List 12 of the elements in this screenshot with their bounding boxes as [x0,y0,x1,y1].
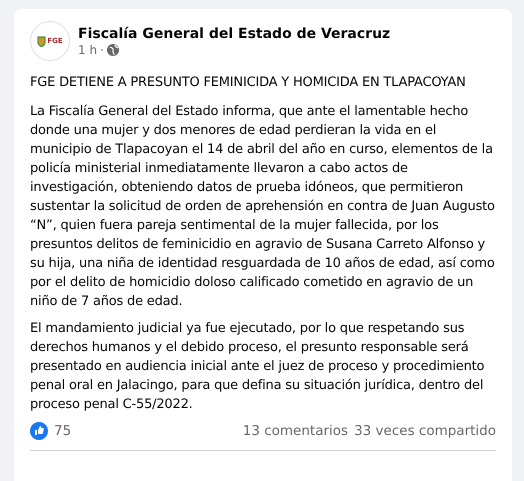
comments-count[interactable]: 13 comentarios [242,423,348,439]
globe-icon [106,44,119,56]
post-headline: FGE DETIENE A PRESUNTO FEMINICIDA Y HOMICIDA EN TLAPACOYAN [30,74,467,92]
shares-count[interactable]: 33 veces compartido [354,423,496,439]
reaction-count[interactable]: 75 [54,423,72,439]
post-time[interactable]: 1 h [78,42,98,56]
separator-dot: · [100,42,104,56]
like-icon[interactable] [30,422,48,440]
post-paragraph: El mandamiento judicial ya fue ejecutado, por lo que respetando sus derechos humanos y el debido proceso, el presunto responsable será presentado en audiencia inicial ante el juez de proceso y procedimiento penal oral en Jalacingo, para que defina su situación jurídica, dentro del proceso penal C-55/2022. [30,320,486,414]
author-name[interactable]: Fiscalía General del Estado de Veracruz [78,26,390,42]
post-paragraph: La Fiscalía General del Estado informa, que ante el lamentable hecho donde una mujer y dos menores de edad perdieran la vida en el municipio de Tlapacoyan el 14 de abril del año en curso, elementos de la policía ministerial inmediatamente llevaron a cabo actos de investigación, obteniendo datos de prueba idóneos, que permitieron sustentar la solicitud de orden de aprehensión en contra de Juan Augusto “N”, quien fuera pareja sentimental de la mujer fallecida, por los presuntos delitos de feminicidio en agravio de Susana Carreto Alfonso y su hija, una niña de identidad resguardada de 10 años de edad, así como por el delito de homicidio doloso calificado cometido en agravio de un niño de 7 años de edad. [30,103,496,311]
shield-icon [37,36,46,46]
